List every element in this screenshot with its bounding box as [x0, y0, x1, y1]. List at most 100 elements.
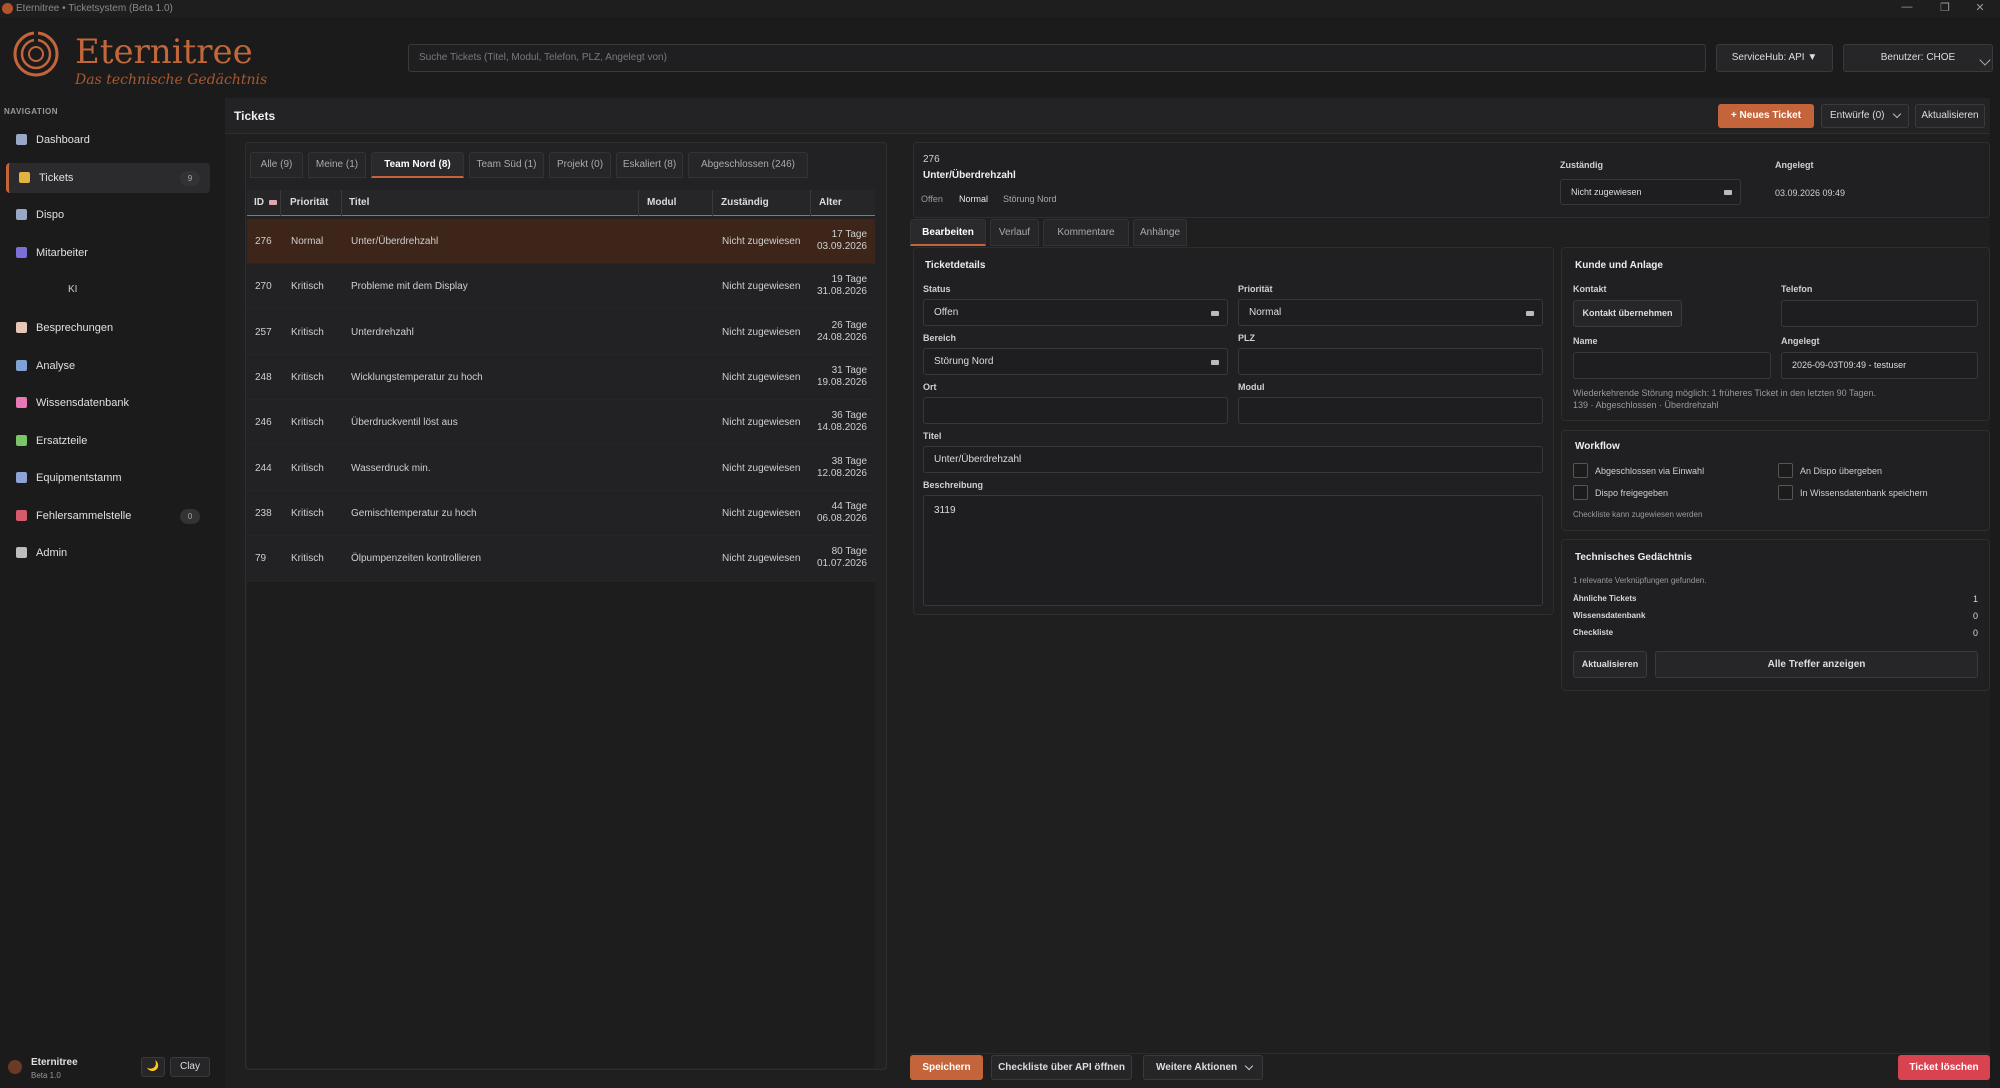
area-select[interactable]: Störung Nord — [923, 348, 1228, 375]
ticket-age-days: 36 Tage — [831, 410, 867, 422]
tab-filter[interactable]: Eskaliert (8) — [616, 152, 683, 178]
moon-icon[interactable]: 🌙 — [141, 1057, 165, 1077]
ticket-age: 31 Tage 19.08.2026 — [817, 365, 867, 389]
modul-input[interactable] — [1238, 397, 1543, 424]
tab-detail[interactable]: Anhänge — [1133, 219, 1187, 246]
all-hits-button[interactable]: Alle Treffer anzeigen — [1655, 651, 1978, 678]
open-checklist-button[interactable]: Checkliste über API öffnen — [991, 1055, 1132, 1080]
table-row[interactable]: 246 Kritisch Überdruckventil löst aus Nicht… — [247, 400, 875, 446]
puzzle-icon — [16, 435, 27, 446]
sidebar-item-mitarbeiter[interactable]: Mitarbeiter — [6, 238, 210, 268]
ticket-title: Überdruckventil löst aus — [351, 417, 458, 429]
col-modul[interactable]: Modul — [647, 197, 676, 208]
col-id[interactable]: ID — [254, 197, 264, 208]
phone-input[interactable] — [1781, 300, 1978, 327]
tab-detail[interactable]: Bearbeiten — [910, 219, 986, 246]
sidebar-item-fehlersammelstelle[interactable]: Fehlersammelstelle 0 — [6, 501, 210, 531]
drafts-dropdown[interactable]: Entwürfe (0) — [1821, 104, 1909, 128]
checkbox-handover-dispo[interactable] — [1778, 463, 1793, 478]
ticket-age: 36 Tage 14.08.2026 — [817, 410, 867, 434]
table-row[interactable]: 238 Kritisch Gemischtemperatur zu hoch Nich… — [247, 490, 875, 536]
sidebar-item-equipmentstamm[interactable]: Equipmentstamm — [6, 463, 210, 493]
footer-app-version: Beta 1.0 — [31, 1071, 61, 1080]
checkbox-save-knowledge[interactable] — [1778, 485, 1793, 500]
memory-row-value: 0 — [1972, 611, 1978, 621]
detail-title: Unter/Überdrehzahl — [923, 170, 1016, 181]
assignee-select[interactable]: Nicht zugewiesen — [1560, 179, 1741, 205]
customer-created-label: Angelegt — [1781, 336, 1820, 346]
servicehub-dropdown[interactable]: ServiceHub: API ▼ — [1716, 44, 1833, 72]
ki-label: KI — [68, 284, 78, 295]
plz-input[interactable] — [1238, 348, 1543, 375]
sidebar-item-wissensdatenbank[interactable]: Wissensdatenbank — [6, 388, 210, 418]
sidebar-item-label: Dispo — [36, 209, 65, 221]
sidebar-item-besprechungen[interactable]: Besprechungen — [6, 313, 210, 343]
tab-filter[interactable]: Abgeschlossen (246) — [688, 152, 808, 178]
name-input[interactable] — [1573, 352, 1771, 379]
tab-filter[interactable]: Team Nord (8) — [371, 152, 464, 178]
sidebar-item-label: Dashboard — [36, 134, 90, 146]
ticket-id: 246 — [255, 417, 272, 429]
page-title: Tickets — [234, 109, 276, 123]
area-chip: Störung Nord — [1003, 194, 1057, 204]
brain-icon — [16, 397, 27, 408]
tab-filter[interactable]: Alle (9) — [250, 152, 303, 178]
tab-filter[interactable]: Meine (1) — [308, 152, 366, 178]
sidebar-item-dashboard[interactable]: Dashboard — [6, 125, 210, 155]
ticket-assignee: Nicht zugewiesen — [722, 281, 801, 293]
delete-ticket-button[interactable]: Ticket löschen — [1898, 1055, 1990, 1080]
sidebar-item-ersatzteile[interactable]: Ersatzteile — [6, 426, 210, 456]
minimize-icon[interactable]: — — [1890, 1, 1924, 16]
new-ticket-button[interactable]: + Neues Ticket — [1718, 104, 1814, 128]
maximize-icon[interactable]: ❐ — [1928, 1, 1962, 16]
ticket-age-days: 80 Tage — [831, 546, 867, 558]
user-dropdown[interactable]: Benutzer: CHOE — [1843, 44, 1993, 72]
table-row[interactable]: 244 Kritisch Wasserdruck min. Nicht zugewie… — [247, 445, 875, 491]
ort-input[interactable] — [923, 397, 1228, 424]
name-label: Name — [1573, 336, 1598, 346]
ticket-date: 24.08.2026 — [816, 331, 867, 343]
created-value: 03.09.2026 09:49 — [1775, 188, 1846, 198]
more-actions-dropdown[interactable]: Weitere Aktionen — [1143, 1055, 1263, 1080]
close-icon[interactable]: ✕ — [1963, 1, 1997, 16]
plz-label: PLZ — [1238, 333, 1255, 343]
table-row[interactable]: 270 Kritisch Probleme mit dem Display Nicht… — [247, 264, 875, 310]
checkbox-label: An Dispo übergeben — [1800, 466, 1883, 476]
col-age[interactable]: Alter — [819, 197, 842, 208]
memory-refresh-button[interactable]: Aktualisieren — [1573, 651, 1647, 678]
sidebar-item-admin[interactable]: Admin — [6, 538, 210, 568]
customer-created-value: 2026-09-03T09:49 - testuser — [1781, 352, 1978, 379]
table-row[interactable]: 257 Kritisch Unterdrehzahl Nicht zugewiesen… — [247, 309, 875, 355]
table-row[interactable]: 79 Kritisch Ölpumpenzeiten kontrollieren Ni… — [247, 536, 875, 582]
col-assignee[interactable]: Zuständig — [721, 197, 769, 208]
table-row[interactable]: 248 Kritisch Wicklungstemperatur zu hoch Ni… — [247, 354, 875, 400]
refresh-button[interactable]: Aktualisieren — [1915, 104, 1985, 128]
tab-filter[interactable]: Team Süd (1) — [469, 152, 544, 178]
related-ticket-note[interactable]: 139 · Abgeschlossen · Überdrehzahl — [1573, 400, 1719, 410]
checkbox-closed-via-dialin[interactable] — [1573, 463, 1588, 478]
tab-detail[interactable]: Verlauf — [990, 219, 1039, 246]
search-input[interactable]: Suche Tickets (Titel, Modul, Telefon, PL… — [408, 44, 1706, 72]
description-textarea[interactable]: 3119 — [923, 495, 1543, 606]
ticket-age: 26 Tage 24.08.2026 — [817, 320, 867, 344]
sidebar-item-analyse[interactable]: Analyse — [6, 351, 210, 381]
ticket-details-title: Ticketdetails — [925, 260, 986, 271]
title-label: Titel — [923, 431, 942, 441]
phone-label: Telefon — [1781, 284, 1813, 294]
tab-filter[interactable]: Projekt (0) — [549, 152, 611, 178]
status-select[interactable]: Offen — [923, 299, 1228, 326]
col-priority[interactable]: Priorität — [290, 197, 328, 208]
adopt-contact-button[interactable]: Kontakt übernehmen — [1573, 300, 1682, 327]
sidebar-item-dispo[interactable]: Dispo — [6, 200, 210, 230]
priority-label: Priorität — [1238, 284, 1273, 294]
table-row[interactable]: 276 Normal Unter/Überdrehzahl Nicht zugewie… — [247, 219, 875, 264]
ticket-age-days: 38 Tage — [831, 455, 867, 467]
checkbox-dispo-released[interactable] — [1573, 485, 1588, 500]
theme-button[interactable]: Clay — [170, 1057, 210, 1077]
priority-select[interactable]: Normal — [1238, 299, 1543, 326]
sidebar-item-tickets[interactable]: Tickets 9 — [6, 163, 210, 193]
col-title[interactable]: Titel — [349, 197, 369, 208]
save-button[interactable]: Speichern — [910, 1055, 983, 1080]
title-input[interactable]: Unter/Überdrehzahl — [923, 446, 1543, 473]
tab-detail[interactable]: Kommentare — [1043, 219, 1129, 246]
